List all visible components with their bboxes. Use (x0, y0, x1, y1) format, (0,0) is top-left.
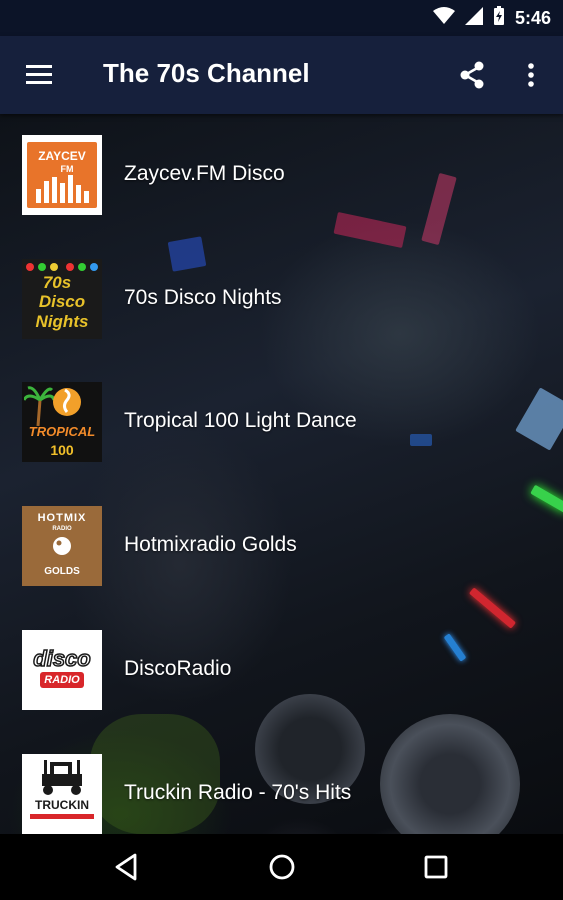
station-name: Truckin Radio - 70's Hits (124, 781, 352, 804)
list-item[interactable]: 70s Disco Nights 70s Disco Nights (0, 238, 563, 348)
music-note-icon (53, 388, 81, 416)
hotmix-disc-icon (53, 537, 71, 555)
share-icon (460, 61, 484, 89)
station-list-container[interactable]: ZAYCEV FM Zaycev.FM Disco 70s Disco Nigh… (0, 114, 563, 834)
station-name: Hotmixradio Golds (124, 533, 297, 556)
share-button[interactable] (455, 58, 489, 92)
app-bar: The 70s Channel (0, 36, 563, 114)
logo-text-line2: RADIO (44, 674, 80, 686)
recents-button[interactable] (418, 849, 454, 885)
status-time: 5:46 (514, 7, 551, 28)
station-logo: 70s Disco Nights (22, 259, 102, 339)
list-item[interactable]: ZAYCEV FM Zaycev.FM Disco (0, 114, 563, 224)
logo-text-line1: TRUCKIN (35, 798, 89, 812)
equalizer-icon (36, 175, 89, 203)
palm-tree-icon (24, 386, 54, 426)
truck-icon (42, 760, 82, 795)
wifi-icon (432, 6, 455, 30)
list-item[interactable]: HOTMIX RADIO GOLDS Hotmixradio Golds (0, 485, 563, 595)
list-item[interactable]: TROPICAL 100 Tropical 100 Light Dance (0, 361, 563, 471)
cellular-signal-icon (464, 6, 483, 30)
station-name: DiscoRadio (124, 657, 232, 680)
logo-text-line1: ZAYCEV (38, 149, 86, 163)
logo-stripe (30, 814, 94, 819)
home-button[interactable] (264, 849, 300, 885)
menu-icon (26, 65, 52, 84)
page-title: The 70s Channel (103, 58, 310, 88)
recents-icon (424, 855, 448, 879)
more-options-button[interactable] (520, 58, 542, 92)
home-icon (269, 854, 295, 880)
logo-text-line2: Disco (38, 292, 86, 311)
logo-text-line1: TROPICAL (28, 424, 96, 439)
back-button[interactable] (109, 849, 145, 885)
station-name: 70s Disco Nights (124, 286, 282, 309)
station-logo: TROPICAL 100 (22, 382, 102, 462)
battery-charging-icon (493, 5, 505, 31)
station-name: Zaycev.FM Disco (124, 162, 285, 185)
list-item[interactable]: TRUCKIN Truckin Radio - 70's Hits (0, 733, 563, 834)
status-bar: 5:46 (0, 0, 563, 36)
menu-button[interactable] (22, 60, 56, 90)
logo-text-line1: 70s (42, 273, 72, 292)
logo-text-line1: HOTMIX (37, 512, 87, 524)
back-icon (115, 853, 137, 881)
station-logo: HOTMIX RADIO GOLDS (22, 506, 102, 586)
station-logo: disco RADIO (22, 630, 102, 710)
disco-lights-icon (26, 263, 98, 271)
more-vert-icon (528, 63, 534, 87)
logo-badge: RADIO (40, 672, 84, 688)
logo-text-line2: RADIO (52, 526, 72, 532)
navigation-bar (0, 834, 563, 900)
logo-text-line3: GOLDS (44, 566, 80, 577)
logo-text-line3: Nights (35, 312, 89, 331)
station-logo: TRUCKIN (22, 754, 102, 834)
station-name: Tropical 100 Light Dance (124, 409, 357, 432)
list-item[interactable]: disco RADIO DiscoRadio (0, 609, 563, 719)
logo-text-line2: 100 (50, 442, 74, 458)
status-icons: 5:46 (432, 0, 551, 36)
logo-text-line1: disco (33, 645, 92, 672)
station-logo: ZAYCEV FM (22, 135, 102, 215)
